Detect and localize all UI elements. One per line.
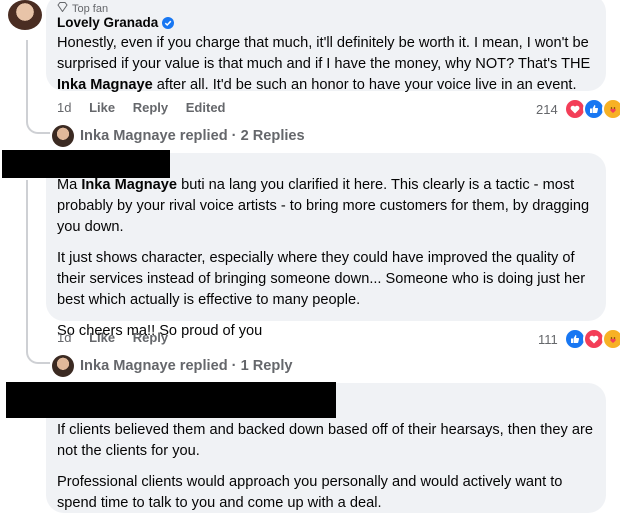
avatar: [52, 355, 74, 377]
view-replies-link[interactable]: Inka Magnaye replied · 1 Reply: [52, 355, 293, 377]
care-reaction-icon: [601, 98, 620, 120]
like-button[interactable]: Like: [89, 330, 115, 345]
comment-actions: 1d Like Reply: [57, 330, 182, 345]
reaction-summary[interactable]: 214: [536, 98, 620, 120]
top-fan-badge: Top fan: [57, 2, 108, 15]
avatar[interactable]: [8, 0, 42, 30]
reaction-count: 214: [536, 101, 558, 117]
diamond-icon: [57, 2, 68, 15]
mention-link[interactable]: Inka Magnaye: [81, 177, 177, 193]
thread-line: [26, 40, 50, 134]
view-replies-link[interactable]: Inka Magnaye replied · 2 Replies: [52, 125, 305, 147]
like-button[interactable]: Like: [89, 100, 115, 115]
avatar: [52, 125, 74, 147]
timestamp[interactable]: 1d: [57, 330, 71, 345]
redacted-author: [2, 150, 170, 178]
edited-label[interactable]: Edited: [186, 100, 226, 115]
reply-button[interactable]: Reply: [133, 100, 168, 115]
comment-text: If clients believed them and backed down…: [57, 422, 593, 511]
reaction-summary[interactable]: 111: [538, 328, 620, 350]
comment-author[interactable]: Lovely Granada: [57, 15, 175, 30]
comment-text: Ma Inka Magnaye buti na lang you clarifi…: [57, 177, 590, 339]
comment-text: Honestly, even if you charge that much, …: [57, 35, 591, 93]
reply-button[interactable]: Reply: [133, 330, 168, 345]
verified-icon: [162, 16, 175, 29]
thread-line: [26, 180, 50, 364]
mention-link[interactable]: Inka Magnaye: [57, 77, 153, 93]
care-reaction-icon: [601, 328, 620, 350]
redacted-author: [6, 382, 336, 418]
comment-actions: 1d Like Reply Edited: [57, 100, 240, 115]
timestamp[interactable]: 1d: [57, 100, 71, 115]
reaction-count: 111: [538, 331, 558, 347]
